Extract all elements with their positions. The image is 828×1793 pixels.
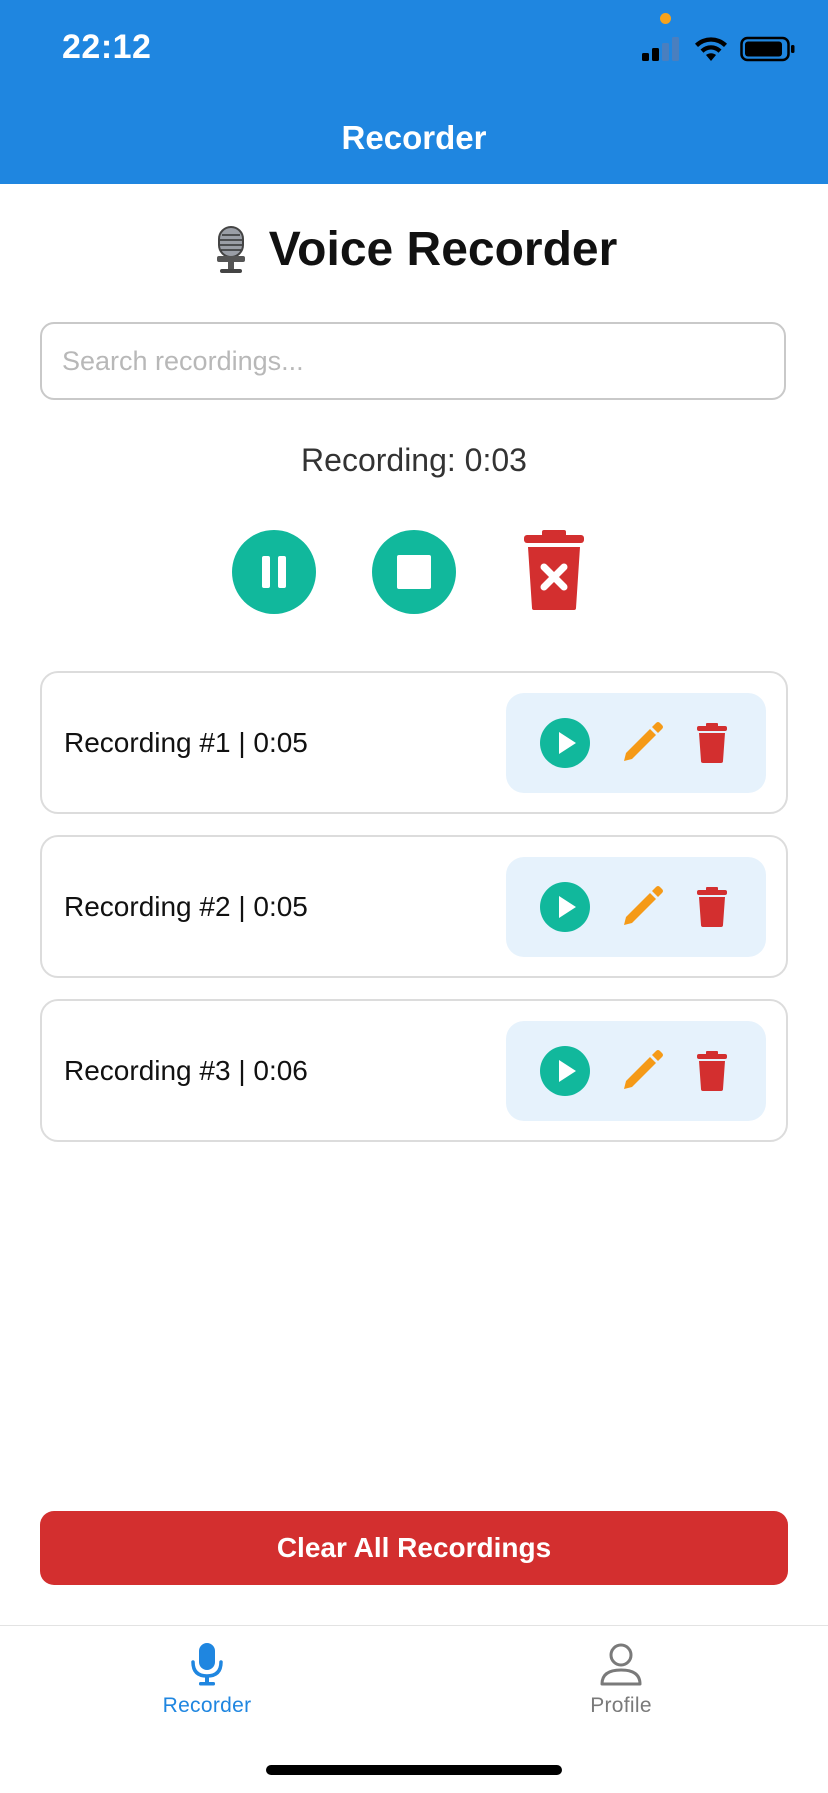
recording-actions — [506, 857, 766, 957]
delete-button[interactable] — [692, 1021, 732, 1121]
play-icon — [540, 1046, 590, 1096]
edit-button[interactable] — [618, 857, 666, 957]
play-button[interactable] — [538, 857, 592, 957]
delete-button[interactable] — [692, 693, 732, 793]
privacy-indicator-dot — [660, 13, 671, 24]
recordings-list: Recording #1 | 0:05 Recording #2 | 0:05 … — [40, 671, 788, 1163]
trash-icon — [697, 723, 727, 763]
play-button[interactable] — [538, 693, 592, 793]
header-title: Recorder — [341, 119, 487, 156]
search-input[interactable] — [40, 322, 786, 400]
microphone-icon — [191, 1643, 223, 1686]
clear-all-button[interactable]: Clear All Recordings — [40, 1511, 788, 1585]
home-indicator — [266, 1765, 562, 1775]
wifi-icon — [695, 37, 727, 61]
tab-recorder[interactable]: Recorder — [0, 1626, 414, 1736]
person-icon — [600, 1643, 642, 1686]
edit-button[interactable] — [618, 693, 666, 793]
recording-item: Recording #1 | 0:05 — [40, 671, 788, 814]
recording-actions — [506, 693, 766, 793]
tab-label: Recorder — [162, 1694, 252, 1717]
recording-item: Recording #2 | 0:05 — [40, 835, 788, 978]
recorder-controls — [0, 530, 828, 614]
recording-label: Recording #3 | 0:06 — [64, 1054, 308, 1086]
discard-icon — [524, 530, 584, 610]
status-icons — [642, 36, 796, 62]
cellular-signal-icon — [642, 37, 679, 61]
pause-button[interactable] — [232, 530, 316, 614]
edit-icon — [624, 722, 663, 761]
stop-button[interactable] — [372, 530, 456, 614]
app-title: Voice Recorder — [0, 222, 828, 277]
tab-profile[interactable]: Profile — [414, 1626, 828, 1736]
stop-icon — [397, 555, 431, 589]
edit-icon — [624, 886, 663, 925]
discard-button[interactable] — [521, 530, 587, 610]
play-button[interactable] — [538, 1021, 592, 1121]
tab-label: Profile — [590, 1694, 652, 1717]
pause-icon — [262, 556, 286, 588]
status-time: 22:12 — [62, 28, 152, 66]
app-header: 22:12 Recorder — [0, 0, 828, 184]
recording-label: Recording #2 | 0:05 — [64, 890, 308, 922]
play-icon — [540, 718, 590, 768]
recording-actions — [506, 1021, 766, 1121]
trash-icon — [697, 1051, 727, 1091]
battery-icon — [740, 36, 795, 62]
microphone-icon — [216, 225, 245, 273]
app-title-text: Voice Recorder — [268, 223, 618, 276]
recording-label: Recording #1 | 0:05 — [64, 726, 308, 758]
recording-status: Recording: 0:03 — [301, 442, 527, 478]
edit-icon — [624, 1050, 663, 1089]
trash-icon — [697, 887, 727, 927]
delete-button[interactable] — [692, 857, 732, 957]
edit-button[interactable] — [618, 1021, 666, 1121]
recording-item: Recording #3 | 0:06 — [40, 999, 788, 1142]
play-icon — [540, 882, 590, 932]
